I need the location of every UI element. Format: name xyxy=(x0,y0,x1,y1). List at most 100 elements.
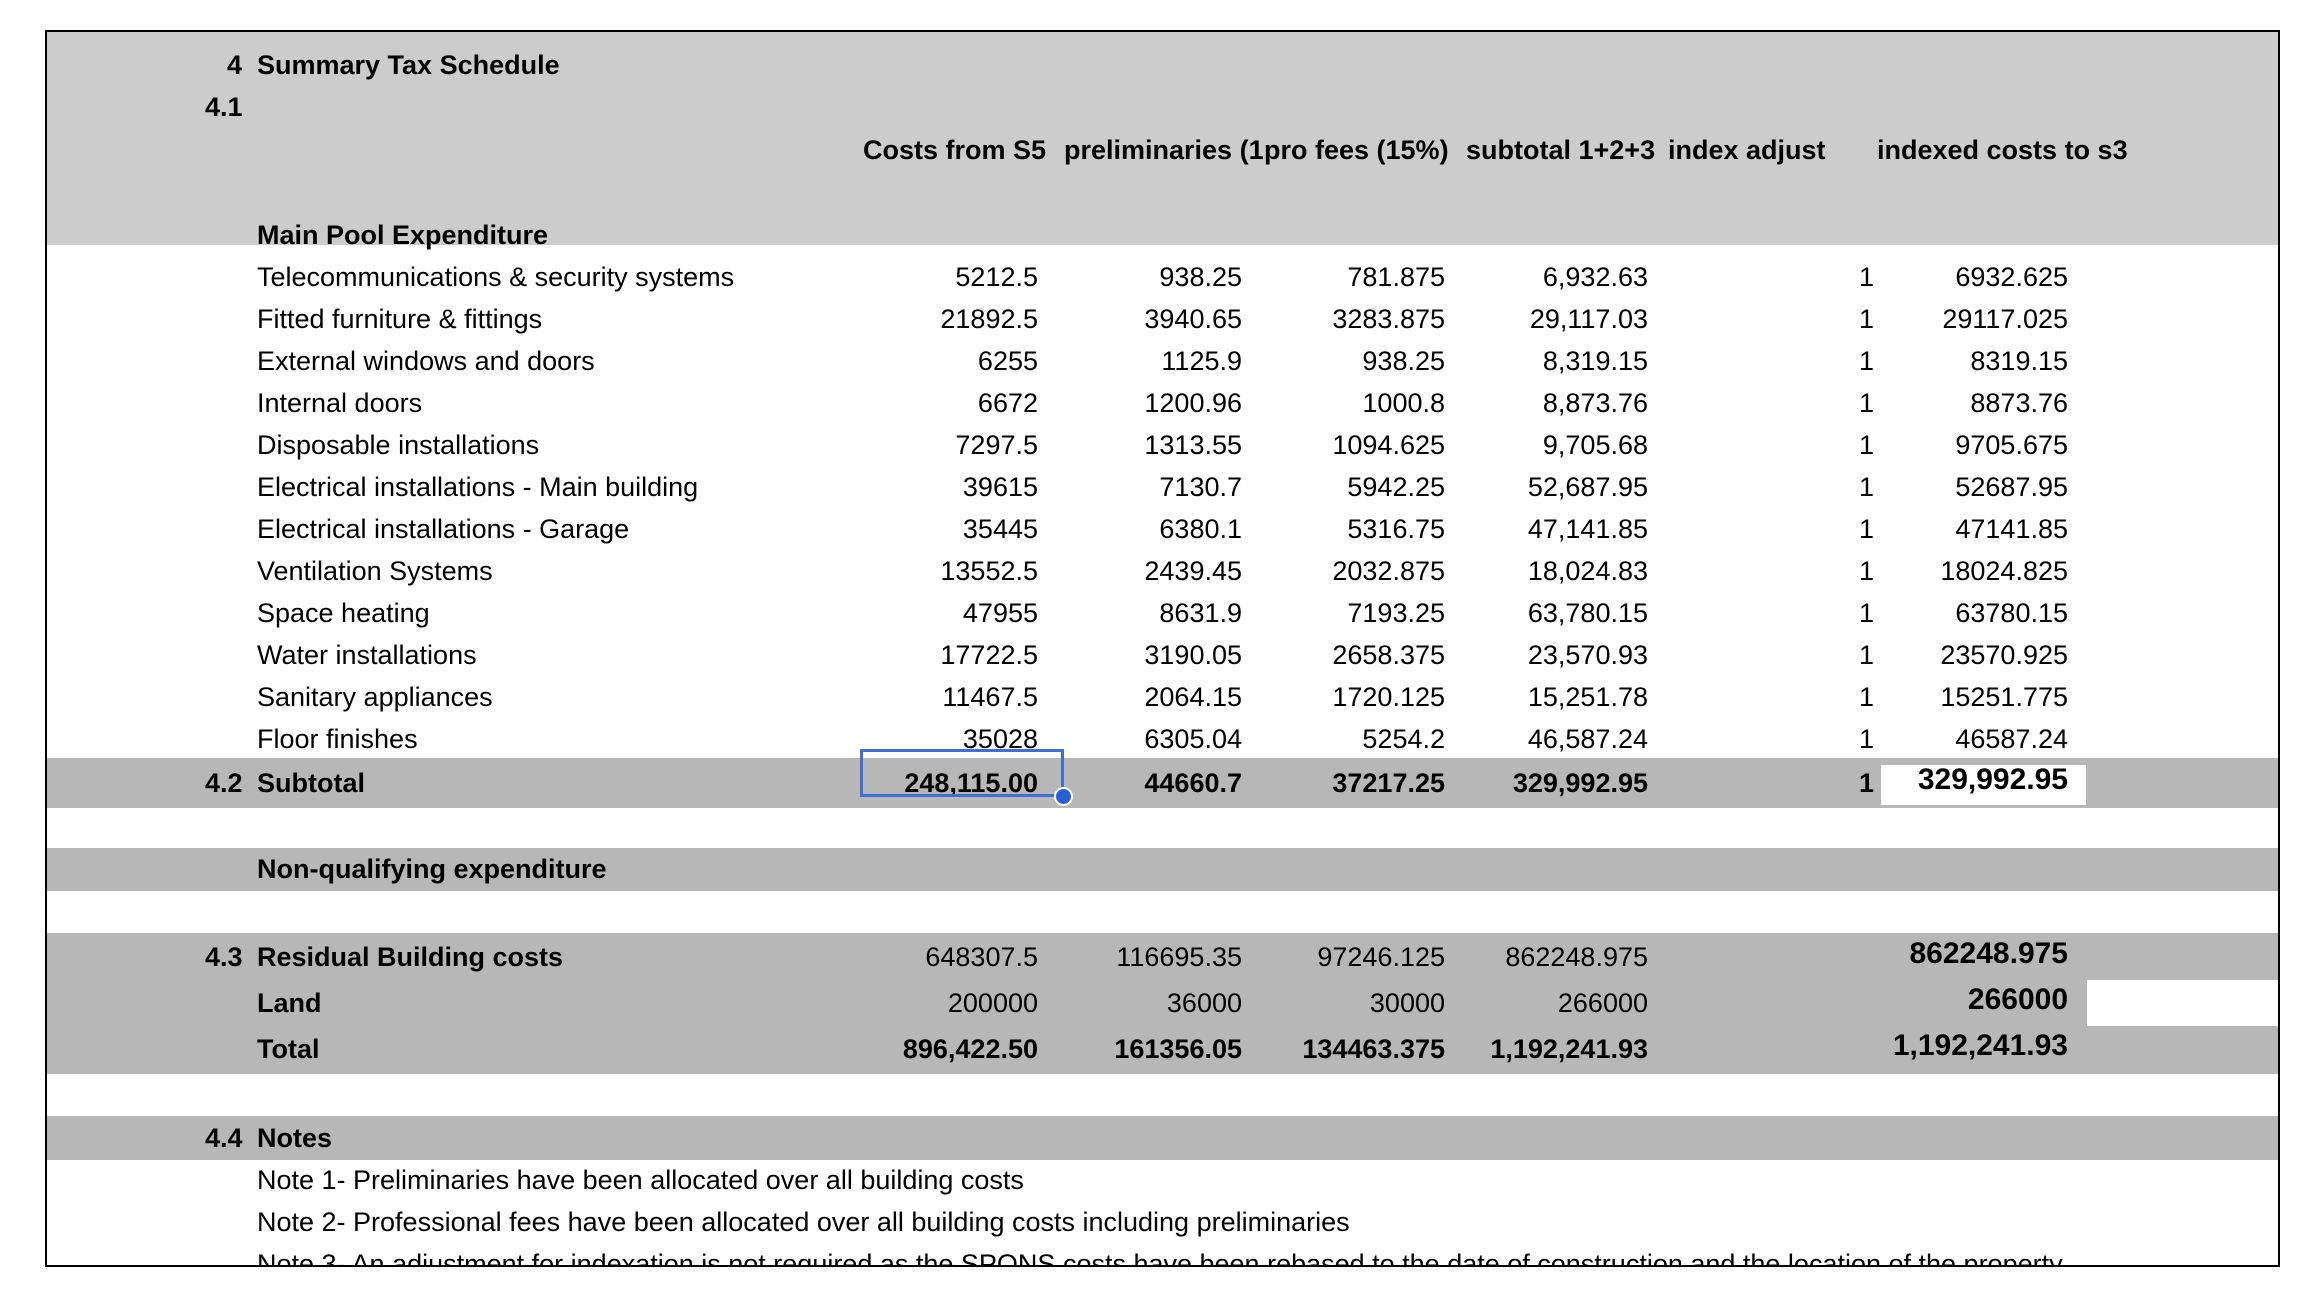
row-costs[interactable]: 7297.5 xyxy=(955,424,1038,466)
row-preliminaries[interactable]: 2439.45 xyxy=(1144,550,1242,592)
row-subtotal[interactable]: 63,780.15 xyxy=(1528,592,1648,634)
row-index[interactable]: 1 xyxy=(1859,382,1874,424)
row-pro-fees[interactable]: 938.25 xyxy=(1362,340,1445,382)
row-index[interactable]: 1 xyxy=(1859,466,1874,508)
row-indexed[interactable]: 8319.15 xyxy=(1970,340,2068,382)
row-subtotal[interactable]: 46,587.24 xyxy=(1528,718,1648,760)
row-costs[interactable]: 6672 xyxy=(978,382,1038,424)
row-subtotal[interactable]: 8,873.76 xyxy=(1543,382,1648,424)
residual-subtotal[interactable]: 862248.975 xyxy=(1505,936,1648,978)
row-preliminaries[interactable]: 1313.55 xyxy=(1144,424,1242,466)
row-indexed[interactable]: 29117.025 xyxy=(1942,298,2068,340)
row-subtotal[interactable]: 9,705.68 xyxy=(1543,424,1648,466)
residual-indexed[interactable]: 862248.975 xyxy=(1910,933,2069,975)
row-costs[interactable]: 11467.5 xyxy=(942,676,1038,718)
row-indexed[interactable]: 46587.24 xyxy=(1955,718,2068,760)
row-subtotal[interactable]: 15,251.78 xyxy=(1528,676,1648,718)
subtotal-subtotal[interactable]: 329,992.95 xyxy=(1513,762,1648,804)
header-index-adjust[interactable]: index adjust xyxy=(1668,129,1826,171)
header-costs[interactable]: Costs from S5 xyxy=(863,129,1046,171)
subtotal-preliminaries[interactable]: 44660.7 xyxy=(1144,762,1242,804)
row-index[interactable]: 1 xyxy=(1859,592,1874,634)
row-index[interactable]: 1 xyxy=(1859,256,1874,298)
row-subtotal[interactable]: 29,117.03 xyxy=(1530,298,1648,340)
notes-number: 4.4 xyxy=(205,1123,243,1153)
row-index[interactable]: 1 xyxy=(1859,676,1874,718)
header-indexed-costs[interactable]: indexed costs to s3 xyxy=(1877,129,2128,171)
row-pro-fees[interactable]: 2032.875 xyxy=(1332,550,1445,592)
land-preliminaries[interactable]: 36000 xyxy=(1167,982,1242,1024)
fill-handle[interactable] xyxy=(1054,787,1073,806)
row-pro-fees[interactable]: 1720.125 xyxy=(1332,676,1445,718)
total-pro-fees[interactable]: 134463.375 xyxy=(1302,1028,1445,1070)
total-subtotal[interactable]: 1,192,241.93 xyxy=(1490,1028,1648,1070)
row-subtotal[interactable]: 23,570.93 xyxy=(1528,634,1648,676)
row-costs[interactable]: 6255 xyxy=(978,340,1038,382)
row-pro-fees[interactable]: 3283.875 xyxy=(1332,298,1445,340)
row-preliminaries[interactable]: 6305.04 xyxy=(1144,718,1242,760)
row-pro-fees[interactable]: 781.875 xyxy=(1347,256,1445,298)
row-preliminaries[interactable]: 7130.7 xyxy=(1159,466,1242,508)
row-preliminaries[interactable]: 3940.65 xyxy=(1144,298,1242,340)
total-costs[interactable]: 896,422.50 xyxy=(903,1028,1038,1070)
residual-costs[interactable]: 648307.5 xyxy=(925,936,1038,978)
row-pro-fees[interactable]: 1094.625 xyxy=(1332,424,1445,466)
row-index[interactable]: 1 xyxy=(1859,718,1874,760)
land-indexed[interactable]: 266000 xyxy=(1968,979,2068,1021)
row-pro-fees[interactable]: 5254.2 xyxy=(1362,718,1445,760)
row-index[interactable]: 1 xyxy=(1859,634,1874,676)
row-indexed[interactable]: 8873.76 xyxy=(1970,382,2068,424)
row-costs[interactable]: 13552.5 xyxy=(940,550,1038,592)
row-preliminaries[interactable]: 6380.1 xyxy=(1159,508,1242,550)
row-subtotal[interactable]: 6,932.63 xyxy=(1543,256,1648,298)
row-pro-fees[interactable]: 1000.8 xyxy=(1362,382,1445,424)
row-preliminaries[interactable]: 938.25 xyxy=(1159,256,1242,298)
total-indexed[interactable]: 1,192,241.93 xyxy=(1893,1025,2068,1067)
row-costs[interactable]: 21892.5 xyxy=(940,298,1038,340)
header-pro-fees[interactable]: pro fees (15%) xyxy=(1264,129,1449,171)
row-indexed[interactable]: 63780.15 xyxy=(1955,592,2068,634)
row-costs[interactable]: 5212.5 xyxy=(955,256,1038,298)
row-preliminaries[interactable]: 3190.05 xyxy=(1144,634,1242,676)
residual-pro-fees[interactable]: 97246.125 xyxy=(1317,936,1445,978)
row-subtotal[interactable]: 47,141.85 xyxy=(1528,508,1648,550)
row-indexed[interactable]: 9705.675 xyxy=(1955,424,2068,466)
row-costs[interactable]: 39615 xyxy=(963,466,1038,508)
row-pro-fees[interactable]: 2658.375 xyxy=(1332,634,1445,676)
row-indexed[interactable]: 23570.925 xyxy=(1940,634,2068,676)
row-costs[interactable]: 35445 xyxy=(963,508,1038,550)
subtotal-index[interactable]: 1 xyxy=(1859,762,1874,804)
row-indexed[interactable]: 52687.95 xyxy=(1955,466,2068,508)
selected-cell-outline[interactable] xyxy=(860,749,1064,797)
row-subtotal[interactable]: 8,319.15 xyxy=(1543,340,1648,382)
row-subtotal[interactable]: 52,687.95 xyxy=(1528,466,1648,508)
row-index[interactable]: 1 xyxy=(1859,298,1874,340)
row-subtotal[interactable]: 18,024.83 xyxy=(1528,550,1648,592)
land-costs[interactable]: 200000 xyxy=(948,982,1038,1024)
row-preliminaries[interactable]: 8631.9 xyxy=(1159,592,1242,634)
row-preliminaries[interactable]: 1200.96 xyxy=(1144,382,1242,424)
row-index[interactable]: 1 xyxy=(1859,340,1874,382)
header-subtotal[interactable]: subtotal 1+2+3 xyxy=(1466,129,1655,171)
row-pro-fees[interactable]: 7193.25 xyxy=(1347,592,1445,634)
row-indexed[interactable]: 6932.625 xyxy=(1955,256,2068,298)
subtotal-indexed[interactable]: 329,992.95 xyxy=(1918,759,2068,801)
row-indexed[interactable]: 47141.85 xyxy=(1955,508,2068,550)
row-index[interactable]: 1 xyxy=(1859,508,1874,550)
row-indexed[interactable]: 18024.825 xyxy=(1940,550,2068,592)
header-preliminaries[interactable]: preliminaries (1 xyxy=(1064,129,1264,171)
row-pro-fees[interactable]: 5942.25 xyxy=(1347,466,1445,508)
land-pro-fees[interactable]: 30000 xyxy=(1370,982,1445,1024)
row-preliminaries[interactable]: 1125.9 xyxy=(1161,340,1242,382)
row-pro-fees[interactable]: 5316.75 xyxy=(1347,508,1445,550)
row-index[interactable]: 1 xyxy=(1859,424,1874,466)
row-costs[interactable]: 47955 xyxy=(963,592,1038,634)
row-costs[interactable]: 17722.5 xyxy=(940,634,1038,676)
residual-preliminaries[interactable]: 116695.35 xyxy=(1116,936,1242,978)
land-subtotal[interactable]: 266000 xyxy=(1558,982,1648,1024)
subtotal-pro-fees[interactable]: 37217.25 xyxy=(1332,762,1445,804)
row-index[interactable]: 1 xyxy=(1859,550,1874,592)
row-indexed[interactable]: 15251.775 xyxy=(1940,676,2068,718)
total-preliminaries[interactable]: 161356.05 xyxy=(1114,1028,1242,1070)
row-preliminaries[interactable]: 2064.15 xyxy=(1144,676,1242,718)
